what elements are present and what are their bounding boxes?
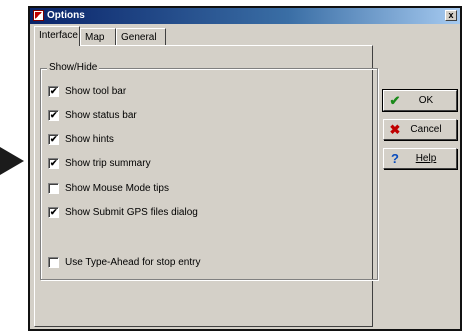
checkbox-box[interactable] <box>48 85 59 97</box>
ok-button[interactable]: ✔ OK <box>382 89 458 112</box>
pointer-arrow-icon <box>0 147 24 175</box>
tab-interface[interactable]: Interface <box>34 26 80 46</box>
checkbox-use-type-ahead[interactable]: Use Type-Ahead for stop entry <box>48 255 200 269</box>
checkbox-box[interactable] <box>48 133 59 145</box>
checkbox-label: Show Submit GPS files dialog <box>65 206 198 218</box>
checkbox-show-hints[interactable]: Show hints <box>48 132 114 146</box>
group-label: Show/Hide <box>47 62 100 74</box>
checkbox-show-status-bar[interactable]: Show status bar <box>48 108 137 122</box>
checkbox-box[interactable] <box>48 206 59 218</box>
checkbox-show-trip-summary[interactable]: Show trip summary <box>48 156 151 170</box>
checkbox-label: Show tool bar <box>65 85 127 97</box>
app-icon <box>33 10 44 21</box>
help-button[interactable]: ? Help <box>383 148 457 169</box>
tab-general[interactable]: General <box>116 28 166 45</box>
checkbox-box[interactable] <box>48 182 59 194</box>
checkbox-label: Show hints <box>65 133 114 145</box>
tab-map[interactable]: Map <box>80 28 116 45</box>
show-hide-group: Show/Hide <box>40 62 378 280</box>
checkbox-box[interactable] <box>48 157 59 169</box>
cancel-button[interactable]: ✖ Cancel <box>383 119 457 140</box>
checkmark-icon: ✔ <box>389 92 401 108</box>
checkbox-show-tool-bar[interactable]: Show tool bar <box>48 84 126 98</box>
checkbox-show-submit-gps-files-dialog[interactable]: Show Submit GPS files dialog <box>48 205 198 219</box>
x-icon: ✖ <box>389 121 401 137</box>
question-icon: ? <box>391 151 399 166</box>
ok-label: OK <box>418 95 434 106</box>
checkbox-label: Show status bar <box>65 109 137 121</box>
checkbox-box[interactable] <box>48 256 59 268</box>
title-bar: Options x <box>30 8 460 24</box>
window-title: Options <box>47 10 85 21</box>
help-label: Help <box>415 153 437 164</box>
checkbox-box[interactable] <box>48 109 59 121</box>
cancel-label: Cancel <box>410 124 442 135</box>
checkbox-show-mouse-mode-tips[interactable]: Show Mouse Mode tips <box>48 181 169 195</box>
checkbox-label: Show trip summary <box>65 157 151 169</box>
close-button[interactable]: x <box>445 10 457 21</box>
checkbox-label: Show Mouse Mode tips <box>65 182 169 194</box>
options-dialog: Options x Interface Map General Show/Hid… <box>28 6 462 331</box>
checkbox-label: Use Type-Ahead for stop entry <box>65 256 201 268</box>
